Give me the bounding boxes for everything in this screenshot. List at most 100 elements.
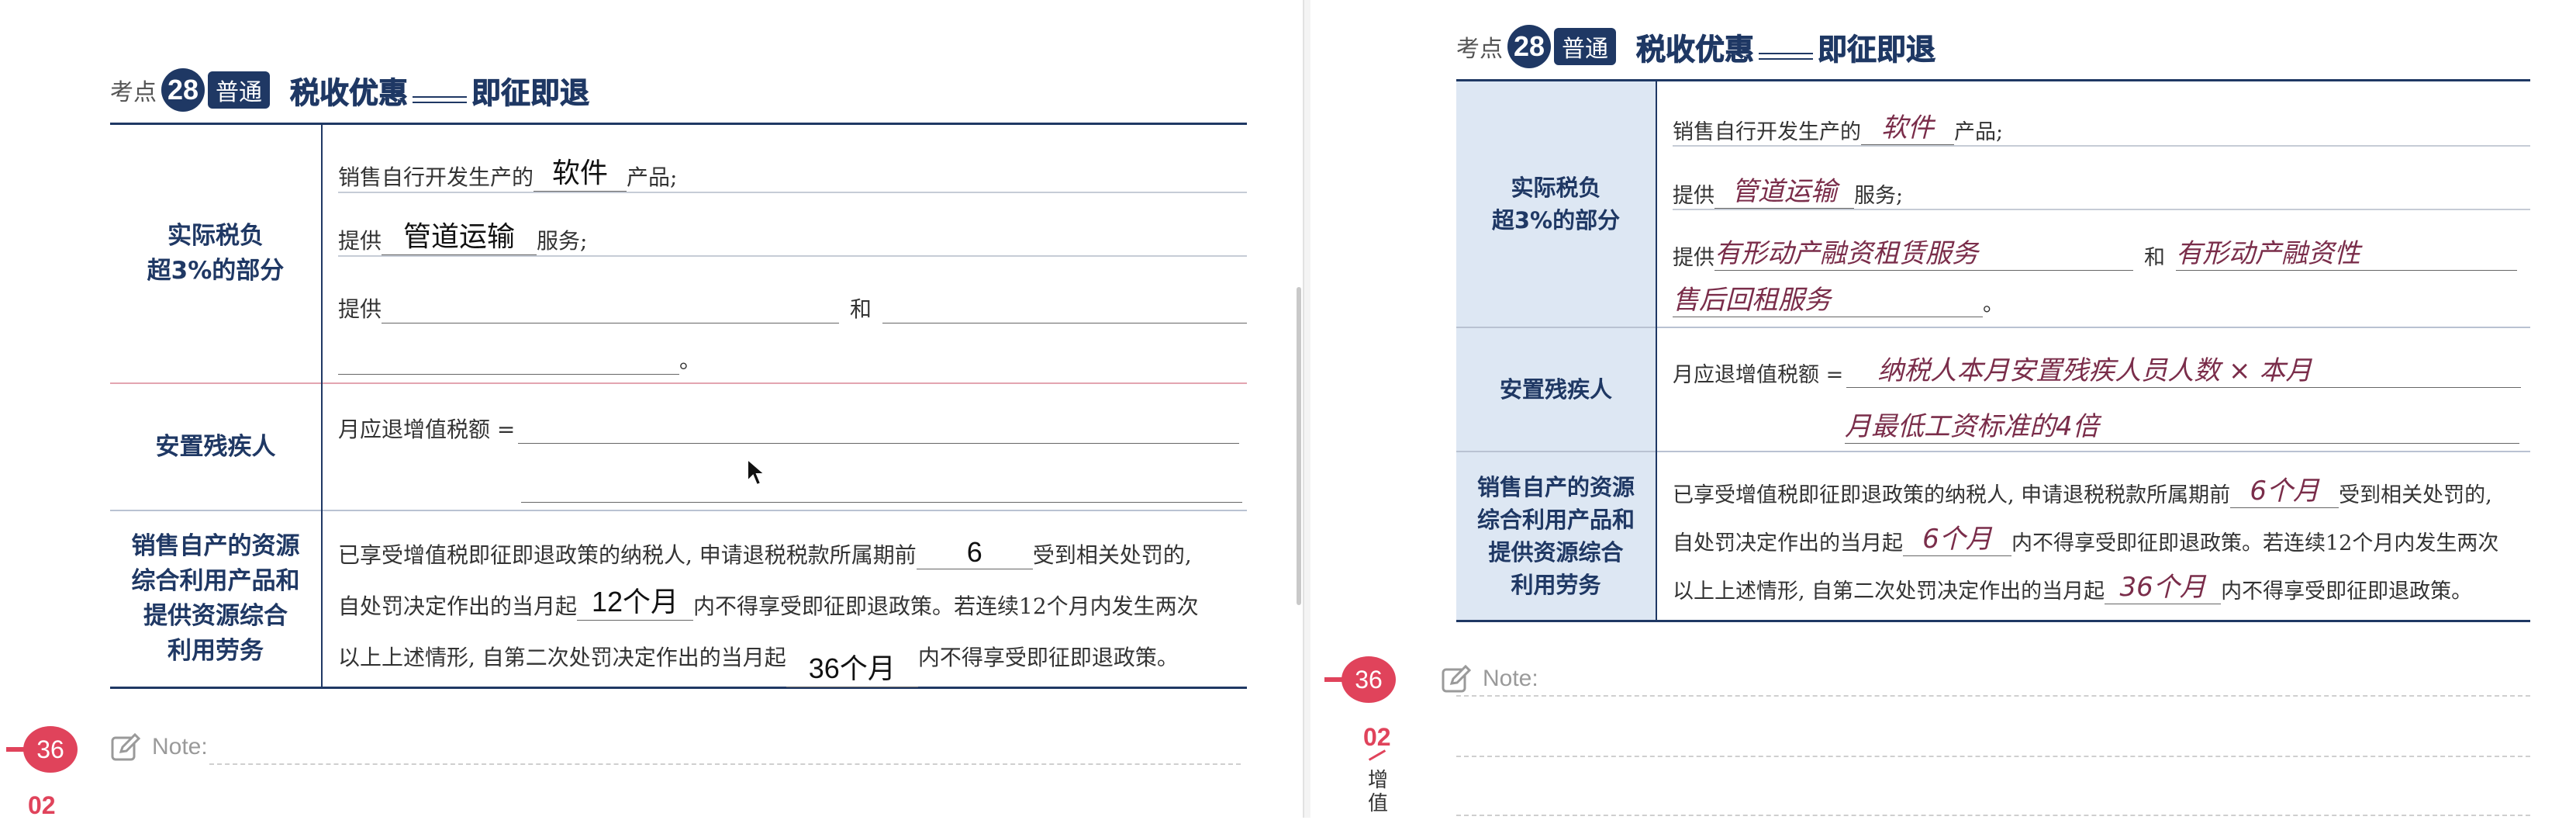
row-label-resources: 销售自产的资源 综合利用产品和 提供资源综合 利用劳务 — [1456, 452, 1657, 621]
answer-software: 软件 — [1881, 112, 1934, 144]
answer-months-1: 12个月 — [591, 586, 679, 618]
line-formula-cont — [338, 444, 1247, 503]
answer-months-before: 6个月 — [2250, 476, 2319, 507]
answer-blank-months-2[interactable]: 36个月 — [786, 646, 918, 687]
text: 受到相关处罚的, — [1032, 542, 1192, 568]
note-dash-line — [1456, 815, 2530, 816]
row-label-resources: 销售自产的资源 综合利用产品和 提供资源综合 利用劳务 — [110, 510, 323, 688]
row-content-tax-burden: 销售自行开发生产的 软件 产品; 提供 管道运输 服务; 提供 和 。 — [322, 124, 1247, 384]
note-dash-line — [1456, 695, 2530, 697]
text: 服务; — [1854, 184, 1904, 208]
answer-blank-lease2[interactable]: 有形动产融资性 — [2176, 232, 2517, 271]
row-content-resources: 已享受增值税即征即退政策的纳税人, 申请退税税款所属期前 6个月 受到相关处罚的… — [1656, 452, 2530, 621]
line-penalty-3: 以上上述情形, 自第二次处罚决定作出的当月起 36个月 内不得享受即征即退政策。 — [338, 621, 1247, 687]
mouse-cursor-icon — [747, 458, 766, 486]
line-pipeline: 提供 管道运输 服务; — [1673, 145, 2530, 209]
heading-level-tag: 普通 — [1554, 28, 1616, 65]
row-content-resources: 已享受增值税即征即退政策的纳税人, 申请退税税款所属期前 6 受到相关处罚的, … — [322, 510, 1247, 688]
answer-months-2: 36个月 — [2119, 572, 2206, 603]
answer-blank-months-1[interactable]: 6个月 — [1903, 517, 2011, 556]
answer-blank-formula1[interactable] — [518, 443, 1240, 444]
text: 内不得享受即征即退政策。若连续12个月内发生两次 — [693, 593, 1199, 619]
line-lease: 提供 和 — [338, 255, 1247, 324]
line-penalty-2: 自处罚决定作出的当月起 12个月 内不得享受即征即退政策。若连续12个月内发生两… — [338, 569, 1247, 621]
heading-title-part2: 即征即退 — [1818, 32, 1936, 67]
line-formula-cont: 月最低工资标准的4倍 — [1673, 388, 2530, 444]
text: 内不得享受即征即退政策。 — [2221, 580, 2473, 604]
text: 提供 — [338, 296, 382, 322]
text: 以上上述情形, 自第二次处罚决定作出的当月起 — [1673, 580, 2105, 604]
text: 已享受增值税即征即退政策的纳税人, 申请退税税款所属期前 — [338, 542, 917, 568]
heading-level-tag: 普通 — [208, 71, 270, 109]
text: 。 — [1983, 292, 2004, 317]
text: 以上上述情形, 自第二次处罚决定作出的当月起 — [338, 645, 786, 670]
chapter-number: 02 — [1363, 723, 1391, 751]
row-label-tax-burden: 实际税负 超3%的部分 — [110, 123, 323, 383]
line-penalty-2: 自处罚决定作出的当月起 6个月 内不得享受即征即退政策。若连续12个月内发生两次 — [1673, 508, 2530, 556]
line-lease: 提供 有形动产融资租赁服务 和 有形动产融资性 — [1673, 209, 2530, 271]
line-pipeline: 提供 管道运输 服务; — [338, 192, 1247, 255]
text: 提供 — [1673, 246, 1714, 270]
heading-title-part1: 税收优惠 — [1635, 32, 1755, 67]
answer-blank-lease2[interactable] — [882, 323, 1247, 324]
answer-blank-formula2[interactable]: 月最低工资标准的4倍 — [1845, 405, 2519, 444]
answer-months-1: 6个月 — [1922, 524, 1992, 555]
text: 产品; — [1954, 120, 2004, 144]
answer-blank-lease1[interactable]: 有形动产融资租赁服务 — [1714, 232, 2133, 271]
left-scrollbar-thumb[interactable] — [1297, 287, 1301, 605]
text: 受到相关处罚的, — [2339, 483, 2492, 507]
answer-blank-lease3[interactable]: 售后回租服务 — [1673, 279, 1983, 317]
text: 销售自行开发生产的 — [1673, 120, 1861, 144]
text: 内不得享受即征即退政策。 — [917, 645, 1179, 670]
text: 自处罚决定作出的当月起 — [1673, 531, 1903, 555]
note-dash-line — [1456, 756, 2530, 757]
text: 已享受增值税即征即退政策的纳税人, 申请退税税款所属期前 — [1673, 483, 2231, 507]
line-software: 销售自行开发生产的 软件 产品; — [338, 125, 1247, 192]
heading-dash — [413, 95, 468, 103]
answer-blank-months-2[interactable]: 36个月 — [2105, 566, 2222, 604]
heading-title-part2: 即征即退 — [471, 75, 590, 110]
heading-title: 税收优惠 即征即退 — [289, 69, 590, 112]
answer-lease1: 有形动产融资租赁服务 — [1714, 238, 1978, 269]
note-dash-line — [209, 763, 1241, 765]
line-lease-cont: 售后回租服务 。 — [1673, 271, 2530, 327]
answer-blank-months-before[interactable]: 6 — [916, 536, 1033, 569]
split-divider[interactable] — [1303, 0, 1310, 818]
answer-months-before: 6 — [966, 536, 982, 568]
line-penalty-1: 已享受增值税即征即退政策的纳税人, 申请退税税款所属期前 6 受到相关处罚的, — [338, 515, 1247, 569]
heading-number-badge: 28 — [161, 68, 205, 112]
text: 内不得享受即征即退政策。若连续12个月内发生两次 — [2011, 531, 2499, 555]
line-formula: 月应退增值税额 = 纳税人本月安置残疾人员人数 × 本月 — [1673, 335, 2530, 388]
text: 提供 — [1673, 184, 1714, 208]
concept-table-answered: 实际税负 超3%的部分 销售自行开发生产的 软件 产品; 提供 管道运输 服务;… — [1456, 79, 2530, 622]
answer-blank-formula1[interactable]: 纳税人本月安置残疾人员人数 × 本月 — [1846, 349, 2522, 388]
answer-blank-pipeline[interactable]: 管道运输 — [1714, 170, 1854, 209]
answer-blank-months-before[interactable]: 6个月 — [2230, 469, 2339, 508]
answer-blank-pipeline[interactable]: 管道运输 — [382, 214, 537, 255]
right-document-view: 考点 28 普通 税收优惠 即征即退 实际税负 超3%的部分 销售自行开发生产的 … — [1310, 0, 2576, 818]
text: 。 — [679, 348, 702, 373]
answer-blank-software[interactable]: 软件 — [534, 151, 627, 192]
note-edit-icon — [111, 732, 141, 761]
text: 和 — [850, 296, 872, 322]
row-content-disabled: 月应退增值税额 = — [322, 383, 1247, 510]
answer-software: 软件 — [552, 157, 609, 189]
answer-pipeline: 管道运输 — [403, 220, 516, 252]
answer-blank-lease1[interactable] — [382, 323, 839, 324]
heading-prefix: 考点 — [110, 79, 157, 106]
note-label: Note: — [152, 734, 208, 759]
answer-blank-lease3[interactable] — [338, 374, 679, 375]
text: 月应退增值税额 = — [338, 417, 516, 442]
text: 自处罚决定作出的当月起 — [338, 593, 578, 619]
answer-lease2a: 有形动产融资性 — [2176, 238, 2360, 269]
row-label-disabled: 安置残疾人 — [110, 383, 323, 510]
heading-prefix: 考点 — [1456, 36, 1503, 63]
note-label: Note: — [1483, 666, 1538, 691]
answer-blank-formula2[interactable] — [521, 502, 1242, 503]
answer-blank-software[interactable]: 软件 — [1861, 106, 1954, 145]
text: 和 — [2144, 246, 2165, 270]
text: 服务; — [537, 228, 588, 254]
line-penalty-1: 已享受增值税即征即退政策的纳税人, 申请退税税款所属期前 6个月 受到相关处罚的… — [1673, 455, 2530, 508]
answer-blank-months-1[interactable]: 12个月 — [577, 580, 694, 621]
row-label-disabled: 安置残疾人 — [1456, 327, 1657, 452]
